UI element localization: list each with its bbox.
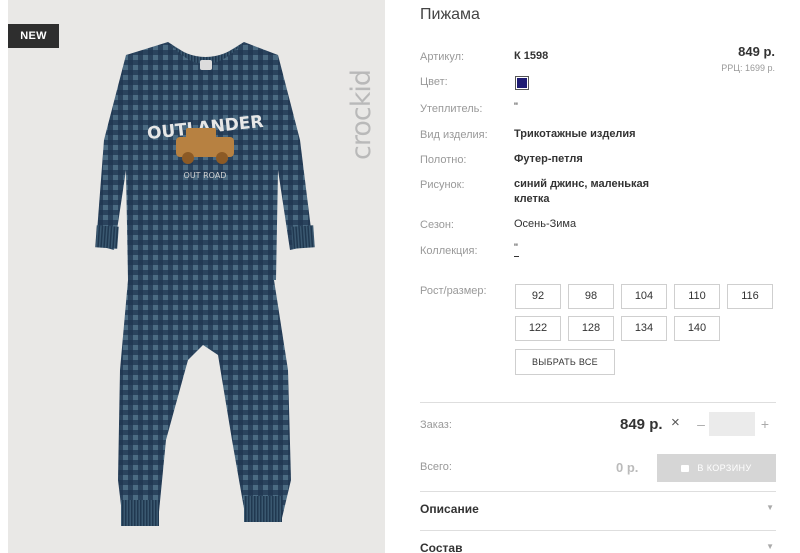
- insulation-value: ": [514, 101, 518, 113]
- description-accordion[interactable]: Описание ▼: [420, 500, 776, 522]
- new-badge: NEW: [8, 24, 59, 48]
- type-value: Трикотажные изделия: [514, 128, 636, 140]
- color-label: Цвет:: [420, 76, 448, 88]
- brand-text: crockid: [346, 70, 377, 160]
- product-image[interactable]: OUTLANDER OUT ROAD NEW crockid: [8, 0, 385, 553]
- collection-underline: [514, 256, 519, 257]
- total-value: 0 р.: [616, 460, 639, 475]
- order-divider: [420, 402, 776, 403]
- print-subtitle: OUT ROAD: [184, 171, 227, 180]
- collection-label: Коллекция:: [420, 245, 478, 257]
- product-price: 849 р.: [738, 44, 775, 59]
- type-label: Вид изделия:: [420, 129, 488, 141]
- pajama-illustration: OUTLANDER OUT ROAD: [95, 42, 315, 526]
- size-button-98[interactable]: 98: [568, 284, 614, 309]
- size-label: Рост/размер:: [420, 285, 487, 297]
- quantity-decrease-button[interactable]: –: [695, 416, 707, 432]
- size-button-92[interactable]: 92: [515, 284, 561, 309]
- description-divider: [420, 491, 776, 492]
- order-label: Заказ:: [420, 419, 452, 431]
- size-button-116[interactable]: 116: [727, 284, 773, 309]
- composition-label: Состав: [420, 541, 463, 553]
- color-swatch[interactable]: [515, 76, 529, 90]
- insulation-label: Утеплитель:: [420, 103, 483, 115]
- total-label: Всего:: [420, 461, 452, 473]
- size-button-134[interactable]: 134: [621, 316, 667, 341]
- brand-logo: crockid: [346, 15, 378, 160]
- select-all-sizes-button[interactable]: ВЫБРАТЬ ВСЕ: [515, 349, 615, 375]
- size-button-122[interactable]: 122: [515, 316, 561, 341]
- chevron-down-icon: ▼: [766, 542, 774, 551]
- add-to-cart-label: В КОРЗИНУ: [697, 463, 752, 473]
- fabric-value: Футер-петля: [514, 153, 583, 165]
- size-button-140[interactable]: 140: [674, 316, 720, 341]
- season-value: Осень-Зима: [514, 218, 577, 230]
- article-value: К 1598: [514, 50, 549, 62]
- quantity-input[interactable]: [709, 412, 755, 436]
- cart-icon: [681, 465, 690, 472]
- product-title: Пижама: [420, 6, 480, 23]
- pattern-value-line2: клетка: [514, 193, 550, 205]
- collection-value: ": [514, 242, 518, 254]
- rrp-price: РРЦ: 1699 р.: [721, 63, 775, 73]
- season-label: Сезон:: [420, 219, 454, 231]
- fabric-label: Полотно:: [420, 154, 467, 166]
- chevron-down-icon: ▼: [766, 503, 774, 512]
- size-button-128[interactable]: 128: [568, 316, 614, 341]
- size-button-104[interactable]: 104: [621, 284, 667, 309]
- quantity-increase-button[interactable]: +: [759, 416, 771, 432]
- composition-accordion[interactable]: Состав ▼: [420, 539, 776, 553]
- description-label: Описание: [420, 502, 479, 516]
- pattern-label: Рисунок:: [420, 179, 465, 191]
- article-label: Артикул:: [420, 51, 465, 63]
- product-details: Пижама 849 р. РРЦ: 1699 р. Артикул: К 15…: [420, 0, 780, 553]
- remove-icon[interactable]: ×: [671, 414, 680, 431]
- pattern-value-line1: синий джинс, маленькая: [514, 178, 650, 190]
- order-price: 849 р.: [620, 416, 663, 433]
- add-to-cart-button[interactable]: В КОРЗИНУ: [657, 454, 776, 482]
- size-button-110[interactable]: 110: [674, 284, 720, 309]
- composition-divider: [420, 530, 776, 531]
